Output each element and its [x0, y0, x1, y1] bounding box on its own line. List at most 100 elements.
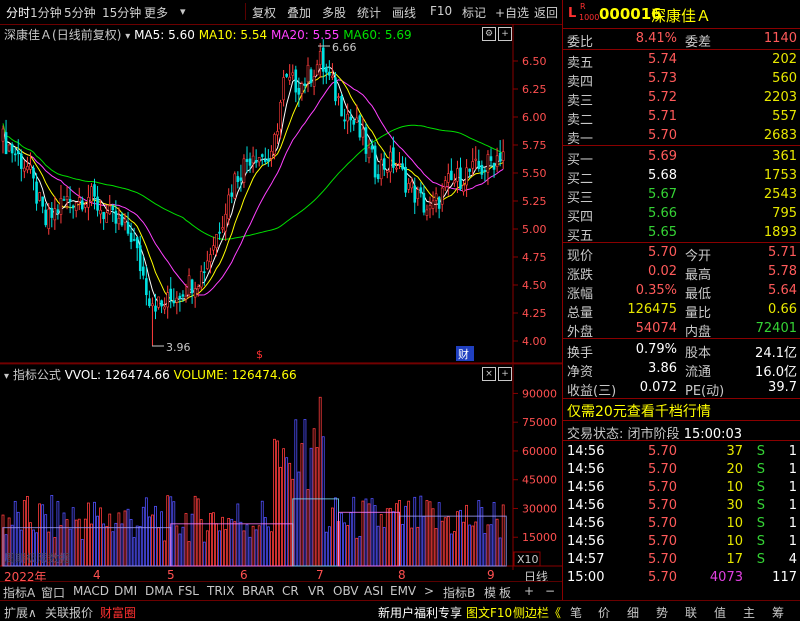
tab-obv[interactable]: OBV	[333, 584, 359, 598]
tab-cr[interactable]: CR	[282, 584, 299, 598]
weibi-row: 委比 8.41% 委差 1140	[563, 30, 800, 50]
candle-body	[450, 170, 453, 181]
tab-indicator-a[interactable]: 指标A	[3, 584, 35, 601]
tab-dmi[interactable]: DMI	[114, 584, 137, 598]
add-tab-icon[interactable]: +	[524, 584, 534, 598]
candle-body	[270, 150, 273, 159]
tab-asi[interactable]: ASI	[364, 584, 383, 598]
ask-row[interactable]: 卖二 5.71 557	[563, 108, 800, 128]
zoom-icon[interactable]: +	[498, 367, 512, 381]
toolbar-item-15min[interactable]: 15分钟	[102, 4, 141, 21]
ask-row[interactable]: 卖五 5.74 202	[563, 51, 800, 71]
toolbar-item-timeshare[interactable]: 分时	[6, 4, 30, 21]
volume-bar	[471, 525, 475, 567]
candle-body	[132, 239, 136, 241]
tab-template[interactable]: 模	[484, 584, 496, 601]
volume-bar	[135, 525, 139, 567]
indicator-formula-label[interactable]: 指标公式	[13, 368, 61, 382]
tick-side: S	[756, 480, 765, 495]
bid-row[interactable]: 买二 5.68 1753	[563, 167, 800, 187]
price-axis-label: 4.25	[522, 307, 547, 320]
toolbar-item-f10[interactable]: F10	[430, 4, 452, 18]
ask-row[interactable]: 卖四 5.73 560	[563, 70, 800, 90]
tab-macd[interactable]: MACD	[73, 584, 109, 598]
zoom-icon[interactable]: +	[498, 27, 512, 41]
chevron-down-icon[interactable]: ▾	[4, 371, 9, 382]
volume-bar	[382, 527, 386, 567]
tab-trades[interactable]: 笔	[570, 604, 582, 621]
tab-value[interactable]: 值	[714, 604, 726, 621]
bid-row[interactable]: 买一 5.69 361	[563, 148, 800, 168]
toolbar-item-more[interactable]: 更多	[144, 4, 168, 21]
remove-tab-icon[interactable]: −	[545, 584, 555, 598]
tab-trix[interactable]: TRIX	[207, 584, 234, 598]
tab-link[interactable]: 联	[685, 604, 697, 621]
financial-report-marker[interactable]: 财	[458, 347, 469, 361]
candle-body	[263, 159, 267, 162]
tab-board[interactable]: 板	[499, 584, 511, 601]
tab-brar[interactable]: BRAR	[242, 584, 275, 598]
candle-body	[35, 181, 38, 204]
toolbar-item-mark[interactable]: 标记	[462, 4, 486, 21]
bid-row[interactable]: 买五 5.65 1893	[563, 224, 800, 244]
tab-price[interactable]: 价	[598, 604, 610, 621]
chevron-down-icon[interactable]: ▾	[125, 31, 130, 42]
tab-vr[interactable]: VR	[308, 584, 325, 598]
f10-button[interactable]: 图文F10	[466, 604, 512, 621]
chart-area[interactable]: 6.50 6.25 6.00 5.75 5.50 5.25 5.00 4.75 4.50 4.25…	[0, 24, 562, 584]
sidebar-toggle-button[interactable]: 侧边栏《	[513, 604, 561, 621]
toolbar-item-overlay[interactable]: 叠加	[287, 4, 311, 21]
tab-indicator-b[interactable]: 指标B	[443, 584, 475, 601]
chevron-down-icon[interactable]: ▾	[180, 5, 186, 18]
stat-label: 今开	[685, 249, 712, 264]
bid-row[interactable]: 买三 5.67 2543	[563, 186, 800, 206]
candle-body	[178, 295, 182, 299]
tab-emv[interactable]: EMV	[390, 584, 416, 598]
volume-bar	[263, 517, 267, 567]
close-icon[interactable]: ×	[482, 367, 496, 381]
candle-body	[456, 168, 459, 182]
toolbar-item-adjust[interactable]: 复权	[252, 4, 276, 21]
wealth-circle-button[interactable]: 财富圈	[100, 604, 136, 621]
candle-body	[276, 131, 279, 136]
tick-row: 14:56 5.70 10 S 1	[563, 479, 800, 497]
expand-button[interactable]: 扩展∧	[4, 604, 37, 621]
tab-window[interactable]: 窗口	[41, 584, 65, 601]
tab-trend[interactable]: 势	[656, 604, 668, 621]
fundamental-label: 换手	[567, 346, 594, 361]
toolbar-item-back[interactable]: 返回	[534, 4, 558, 21]
candle-body	[407, 183, 410, 190]
toolbar-item-5min[interactable]: 5分钟	[64, 4, 96, 21]
volume-bar	[87, 502, 90, 567]
stat-value: 5.78	[768, 264, 797, 279]
candle-body	[437, 197, 441, 209]
tab-fsl[interactable]: FSL	[178, 584, 199, 598]
ask-row[interactable]: 卖一 5.70 2683	[563, 127, 800, 147]
settings-icon[interactable]: ⚙	[482, 27, 496, 41]
depth-promo-link[interactable]: 仅需20元查看千档行情	[567, 401, 711, 421]
dividend-marker[interactable]: $	[256, 348, 263, 361]
stat-label: 最低	[685, 287, 712, 302]
related-quote-button[interactable]: 关联报价	[45, 604, 93, 621]
date-axis-month: 6	[240, 568, 248, 582]
tick-count: 1	[788, 516, 797, 531]
tab-main[interactable]: 主	[743, 604, 755, 621]
candle-body	[105, 212, 108, 223]
toolbar-item-draw[interactable]: 画线	[392, 4, 416, 21]
tab-dma[interactable]: DMA	[145, 584, 173, 598]
toolbar-item-multistock[interactable]: 多股	[322, 4, 346, 21]
volume-bar	[83, 518, 87, 567]
bid-row[interactable]: 买四 5.66 795	[563, 205, 800, 225]
ask-row[interactable]: 卖三 5.72 2203	[563, 89, 800, 109]
toolbar-item-add-watchlist[interactable]: +自选	[495, 4, 529, 21]
tab-detail[interactable]: 细	[627, 604, 639, 621]
candle-body	[4, 132, 8, 155]
tab-chips[interactable]: 筹	[772, 604, 784, 621]
chart-canvas[interactable]: 6.50 6.25 6.00 5.75 5.50 5.25 5.00 4.75 4.50 4.25…	[0, 24, 562, 570]
status-bar: 扩展∧ 关联报价 财富圈 新用户福利专享 图文F10 侧边栏《 笔 价 细 势 …	[0, 600, 800, 621]
new-user-promo-link[interactable]: 新用户福利专享	[378, 604, 462, 621]
toolbar-item-1min[interactable]: 1分钟	[30, 4, 62, 21]
tab-scroll-right[interactable]: >	[424, 584, 434, 598]
toolbar-item-stats[interactable]: 统计	[357, 4, 381, 21]
candle-body	[361, 128, 365, 138]
